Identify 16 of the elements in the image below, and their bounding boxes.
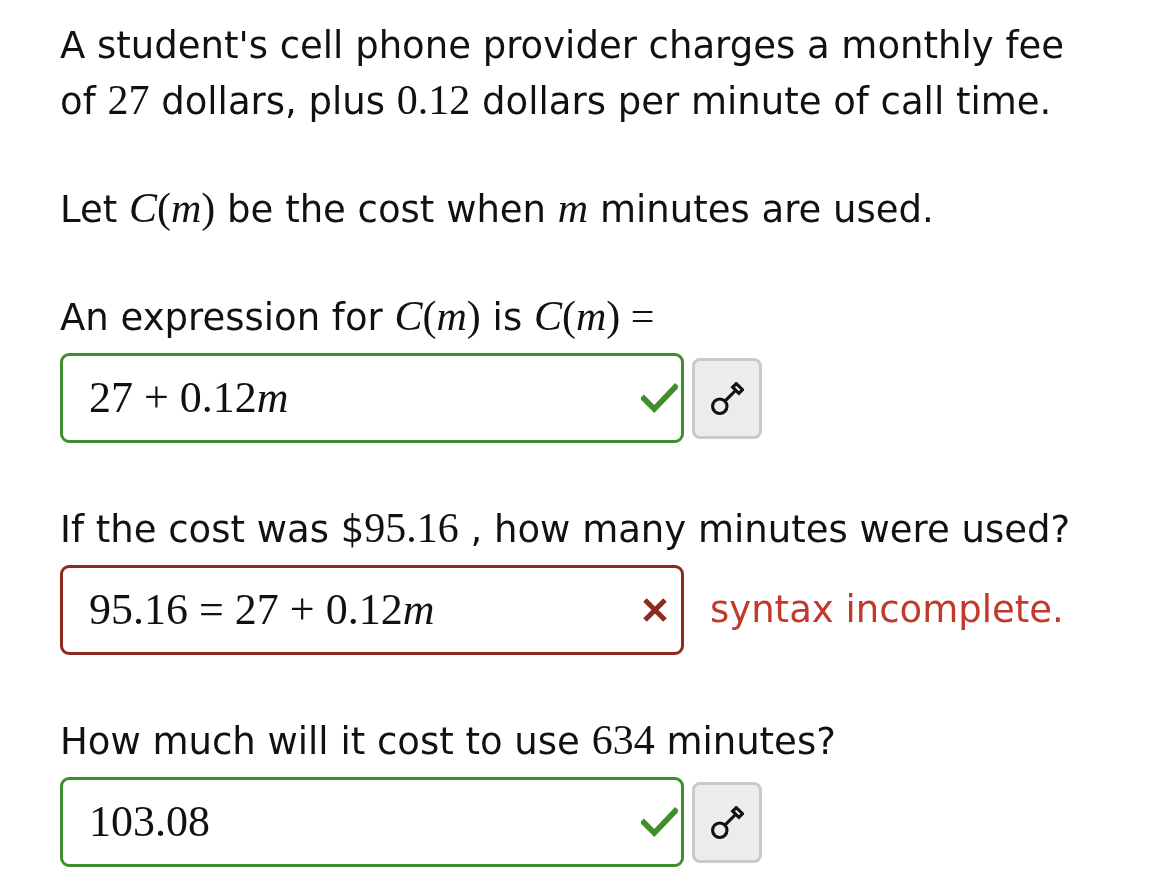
key-icon: [710, 805, 744, 839]
check-icon: [641, 383, 678, 413]
question-text: An expression for C(m) is C(m) =: [60, 292, 656, 341]
question-text: If the cost was $95.16 , how many minutes were used?: [60, 504, 1072, 553]
check-icon: [641, 807, 678, 837]
answer-field[interactable]: 103.08: [60, 777, 684, 867]
key-button[interactable]: [692, 781, 762, 863]
key-icon: [710, 381, 744, 415]
key-button[interactable]: [692, 357, 762, 439]
answer-field[interactable]: 95.16 = 27 + 0.12m: [60, 565, 684, 655]
answer-field[interactable]: 27 + 0.12m: [60, 353, 684, 443]
problem-text: Let C(m) be the cost when m minutes are used.: [60, 184, 935, 233]
feedback-text: syntax incomplete.: [710, 587, 1064, 634]
cross-icon: [642, 597, 668, 623]
problem-text: A student's cell phone provider charges a monthly fee of 27 dollars, plus 0.12 dollars per minute of call time.: [60, 23, 1065, 125]
question-text: How much will it cost to use 634 minutes?: [60, 716, 837, 765]
